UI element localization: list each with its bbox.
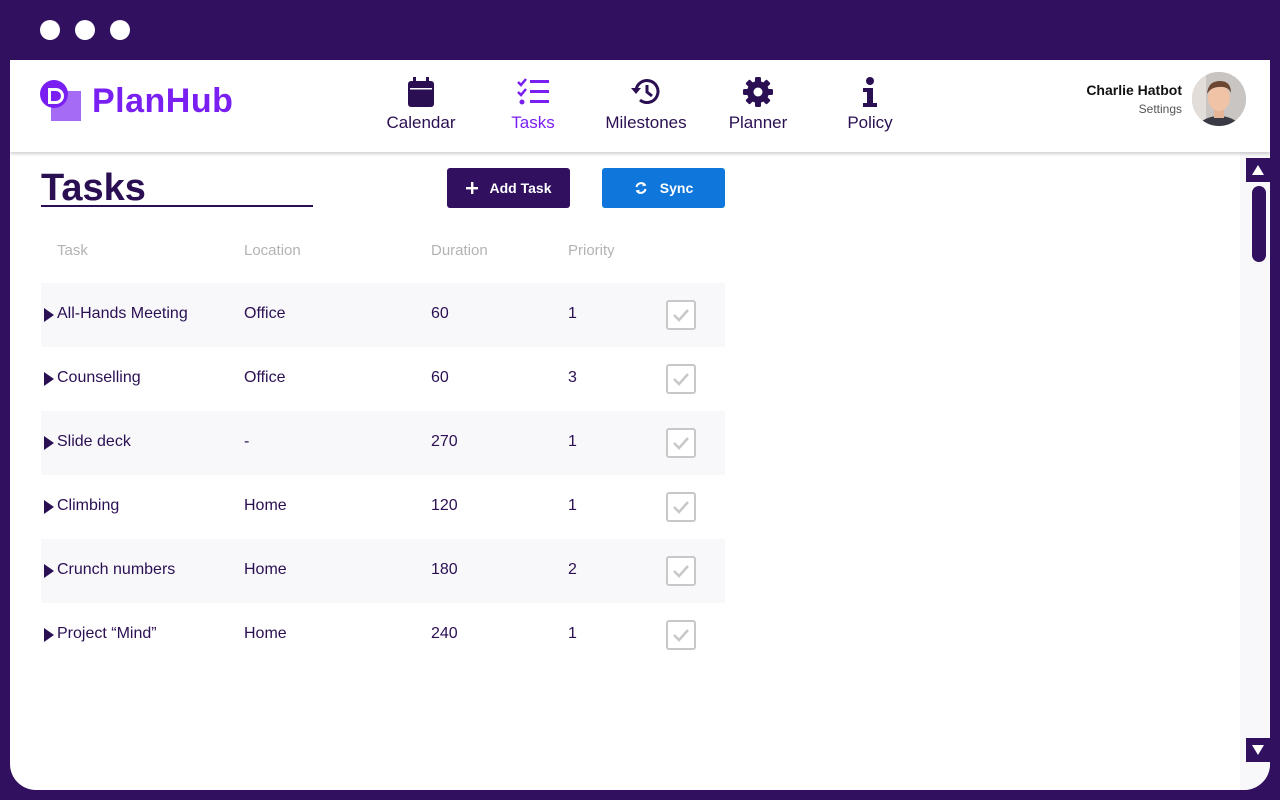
- nav-item-milestones[interactable]: Milestones: [591, 74, 701, 133]
- complete-checkbox[interactable]: [666, 300, 696, 330]
- info-icon: [815, 74, 925, 110]
- gear-icon: [703, 74, 813, 110]
- table-row[interactable]: All-Hands Meeting Office 60 1: [41, 283, 725, 347]
- nav-label-planner: Planner: [728, 113, 788, 132]
- scroll-down-button[interactable]: [1246, 738, 1270, 762]
- task-priority: 2: [568, 561, 577, 578]
- task-location: -: [244, 433, 250, 450]
- user-info: Charlie Hatbot Settings: [1086, 82, 1182, 116]
- app-window: PlanHub Calendar Tasks Milestones Planne…: [10, 60, 1270, 790]
- task-name: Climbing: [57, 497, 120, 514]
- vertical-scrollbar[interactable]: [1240, 152, 1270, 790]
- window-dot-close[interactable]: [40, 20, 60, 40]
- complete-checkbox[interactable]: [666, 556, 696, 586]
- app-name: PlanHub: [92, 81, 234, 120]
- task-name: Counselling: [57, 369, 141, 386]
- window-controls: [40, 20, 130, 40]
- calendar-icon: [366, 74, 476, 110]
- user-name: Charlie Hatbot: [1086, 82, 1182, 98]
- title-underline: [41, 205, 313, 207]
- add-task-button[interactable]: Add Task: [447, 168, 570, 208]
- column-header-duration[interactable]: Duration: [431, 242, 488, 259]
- task-priority: 1: [568, 305, 577, 322]
- table-row[interactable]: Project “Mind” Home 240 1: [41, 603, 725, 667]
- scrollbar-thumb[interactable]: [1252, 186, 1266, 262]
- scroll-up-button[interactable]: [1246, 158, 1270, 182]
- nav-item-planner[interactable]: Planner: [703, 74, 813, 133]
- sync-label: Sync: [659, 180, 694, 196]
- plus-icon: [465, 182, 478, 194]
- table-row[interactable]: Crunch numbers Home 180 2: [41, 539, 725, 603]
- avatar[interactable]: [1192, 72, 1246, 126]
- complete-checkbox[interactable]: [666, 428, 696, 458]
- task-duration: 60: [431, 369, 449, 386]
- task-location: Home: [244, 561, 287, 578]
- checklist-icon: [478, 74, 588, 110]
- checkmark-icon: [673, 501, 689, 514]
- task-name: Crunch numbers: [57, 561, 176, 578]
- checkmark-icon: [673, 309, 689, 322]
- nav-item-tasks[interactable]: Tasks: [478, 74, 588, 133]
- page-title: Tasks: [41, 167, 146, 209]
- column-header-task[interactable]: Task: [57, 242, 88, 259]
- expand-caret-icon[interactable]: [44, 500, 54, 514]
- checkmark-icon: [673, 437, 689, 450]
- task-name: Slide deck: [57, 433, 131, 450]
- complete-checkbox[interactable]: [666, 620, 696, 650]
- task-duration: 180: [431, 561, 458, 578]
- checkmark-icon: [673, 373, 689, 386]
- planhub-logo[interactable]: PlanHub: [40, 80, 233, 122]
- arrow-up-icon: [1252, 165, 1264, 175]
- expand-caret-icon[interactable]: [44, 372, 54, 386]
- column-header-location[interactable]: Location: [244, 242, 301, 259]
- expand-caret-icon[interactable]: [44, 564, 54, 578]
- arrow-down-icon: [1252, 745, 1264, 755]
- task-duration: 240: [431, 625, 458, 642]
- task-location: Office: [244, 305, 286, 322]
- task-location: Office: [244, 369, 286, 386]
- planhub-logo-icon: [40, 80, 84, 122]
- nav-label-policy: Policy: [847, 113, 893, 132]
- sync-icon: [634, 181, 648, 195]
- task-location: Home: [244, 497, 287, 514]
- expand-caret-icon[interactable]: [44, 436, 54, 450]
- complete-checkbox[interactable]: [666, 364, 696, 394]
- task-name: All-Hands Meeting: [57, 305, 188, 322]
- expand-caret-icon[interactable]: [44, 628, 54, 642]
- checkmark-icon: [673, 565, 689, 578]
- nav-item-policy[interactable]: Policy: [815, 74, 925, 133]
- top-header: PlanHub Calendar Tasks Milestones Planne…: [10, 60, 1270, 152]
- history-icon: [591, 74, 701, 110]
- checkmark-icon: [673, 629, 689, 642]
- app-window-frame: PlanHub Calendar Tasks Milestones Planne…: [0, 0, 1280, 800]
- user-menu[interactable]: Charlie Hatbot Settings: [1086, 72, 1246, 126]
- task-duration: 270: [431, 433, 458, 450]
- task-priority: 1: [568, 625, 577, 642]
- window-dot-maximize[interactable]: [110, 20, 130, 40]
- complete-checkbox[interactable]: [666, 492, 696, 522]
- task-duration: 120: [431, 497, 458, 514]
- window-dot-minimize[interactable]: [75, 20, 95, 40]
- table-row[interactable]: Counselling Office 60 3: [41, 347, 725, 411]
- nav-label-tasks: Tasks: [511, 113, 555, 132]
- settings-link[interactable]: Settings: [1086, 102, 1182, 116]
- task-duration: 60: [431, 305, 449, 322]
- expand-caret-icon[interactable]: [44, 308, 54, 322]
- sync-button[interactable]: Sync: [602, 168, 725, 208]
- task-priority: 1: [568, 497, 577, 514]
- main-content: Tasks Add Task Sync Task Location Durati…: [10, 152, 1240, 790]
- add-task-label: Add Task: [489, 180, 552, 196]
- nav-item-calendar[interactable]: Calendar: [366, 74, 476, 133]
- task-location: Home: [244, 625, 287, 642]
- nav-label-milestones: Milestones: [605, 113, 687, 132]
- table-row[interactable]: Climbing Home 120 1: [41, 475, 725, 539]
- column-header-priority[interactable]: Priority: [568, 242, 615, 259]
- task-name: Project “Mind”: [57, 625, 157, 642]
- task-priority: 3: [568, 369, 577, 386]
- nav-label-calendar: Calendar: [386, 113, 456, 132]
- task-priority: 1: [568, 433, 577, 450]
- table-row[interactable]: Slide deck - 270 1: [41, 411, 725, 475]
